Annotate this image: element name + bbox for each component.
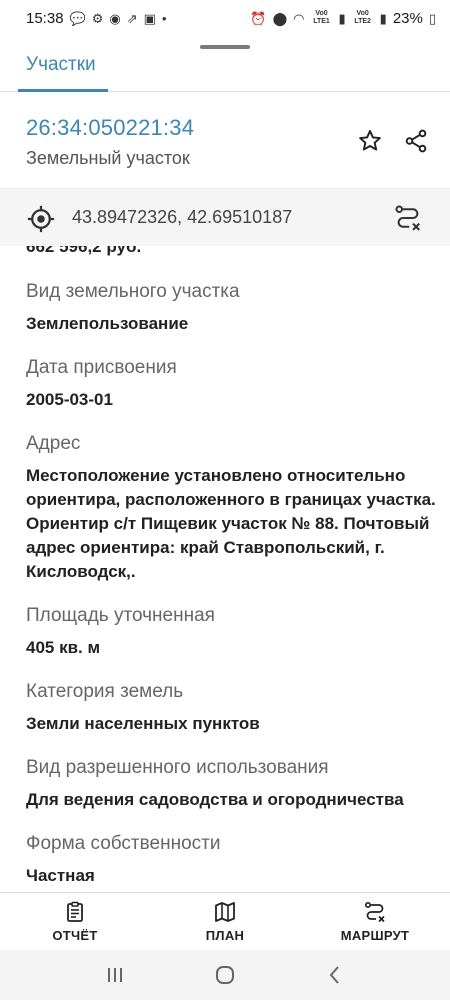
route-label: МАРШРУТ xyxy=(340,928,410,943)
field-label: Вид земельного участка xyxy=(26,281,240,302)
image-icon: ▣ xyxy=(143,10,156,26)
field-value: Земли населенных пунктов xyxy=(26,714,260,733)
crosshair-icon xyxy=(27,205,55,233)
field-value: Местоположение установлено относительно … xyxy=(26,466,436,581)
field-value: 2005-03-01 xyxy=(26,390,113,409)
field-address: Адрес Местоположение установлено относит… xyxy=(26,432,450,584)
tab-parcels-label: Участки xyxy=(26,54,96,75)
signal-crossed-icon: ⇗ xyxy=(126,10,138,26)
field-value: Землепользование xyxy=(26,314,189,333)
action-bar: ОТЧЁТ ПЛАН МАРШРУТ xyxy=(0,892,450,950)
wifi-icon: ◠ xyxy=(293,10,305,26)
coordinates-row: 43.89472326, 42.69510187 xyxy=(0,188,450,246)
dot-icon: • xyxy=(161,10,167,26)
field-land-category: Категория земель Земли населенных пункто… xyxy=(26,680,450,736)
route-icon xyxy=(364,901,385,923)
locate-button[interactable] xyxy=(26,204,56,234)
coordinates-text[interactable]: 43.89472326, 42.69510187 xyxy=(72,207,292,228)
route-icon xyxy=(395,205,420,231)
system-navigation xyxy=(0,950,450,1000)
recent-apps-icon xyxy=(108,968,122,982)
map-icon xyxy=(215,902,235,922)
back-icon xyxy=(329,966,339,984)
signal-icon-2: ▮ xyxy=(379,10,387,26)
report-icon xyxy=(67,901,83,922)
drag-handle[interactable] xyxy=(200,45,250,49)
favorite-button[interactable] xyxy=(354,125,386,157)
settings-icon: ⚙ xyxy=(91,10,104,26)
object-type: Земельный участок xyxy=(26,148,190,168)
field-label: Дата присвоения xyxy=(26,357,177,378)
location-icon: ⬤ xyxy=(272,10,288,26)
plan-button[interactable]: ПЛАН xyxy=(150,893,300,950)
signal-icon-1: ▮ xyxy=(338,10,346,26)
field-label: Площадь уточненная xyxy=(26,605,215,626)
status-time: 15:38 xyxy=(26,9,64,27)
field-label: Вид разрешенного использования xyxy=(26,757,329,778)
field-permitted-use: Вид разрешенного использования Для веден… xyxy=(26,756,450,812)
field-area: Площадь уточненная 405 кв. м xyxy=(26,604,450,660)
lte2-label: Vo0 LTE2 xyxy=(354,10,371,25)
field-label: Форма собственности xyxy=(26,833,221,854)
object-header: 26:34:050221:34 Земельный участок xyxy=(0,93,450,188)
battery-percent: 23% xyxy=(392,9,423,27)
tabs-bar: Участки xyxy=(0,52,450,92)
field-label: Категория земель xyxy=(26,681,184,702)
tab-indicator xyxy=(18,89,108,92)
home-icon xyxy=(216,966,234,984)
share-icon xyxy=(405,129,427,153)
battery-icon: ▯ xyxy=(428,10,436,26)
lte1-label: Vo0 LTE1 xyxy=(313,10,330,25)
route-button-top[interactable] xyxy=(393,203,423,233)
field-parcel-kind: Вид земельного участка Землепользование xyxy=(26,280,450,336)
alarm-icon: ⏰ xyxy=(250,10,267,26)
chat-icon: 💬 xyxy=(69,10,86,26)
tab-parcels[interactable]: Участки xyxy=(26,54,96,88)
details-list[interactable]: 662 596,2 руб. Вид земельного участка Зе… xyxy=(0,246,450,892)
field-label: Адрес xyxy=(26,433,81,454)
report-label: ОТЧЁТ xyxy=(52,928,98,943)
route-button[interactable]: МАРШРУТ xyxy=(300,893,450,950)
alert-icon: ◉ xyxy=(109,10,121,26)
star-icon xyxy=(359,130,381,151)
field-assignment-date: Дата присвоения 2005-03-01 xyxy=(26,356,450,412)
report-button[interactable]: ОТЧЁТ xyxy=(0,893,150,950)
field-value: 405 кв. м xyxy=(26,638,101,657)
field-value: Для ведения садоводства и огородничества xyxy=(26,790,404,809)
cadastral-value-partial: 662 596,2 руб. xyxy=(26,246,142,256)
plan-label: ПЛАН xyxy=(205,928,245,943)
status-bar: 15:38 💬 ⚙ ◉ ⇗ ▣ • ⏰ ⬤ ◠ Vo0 LTE1 ▮ Vo0 L… xyxy=(0,0,450,36)
share-button[interactable] xyxy=(400,125,432,157)
recent-apps-button[interactable] xyxy=(100,960,130,990)
cadastral-number[interactable]: 26:34:050221:34 xyxy=(26,115,194,141)
back-button[interactable] xyxy=(320,960,350,990)
field-ownership-form: Форма собственности Частная xyxy=(26,832,450,888)
field-value: Частная xyxy=(26,866,95,885)
home-button[interactable] xyxy=(210,960,240,990)
